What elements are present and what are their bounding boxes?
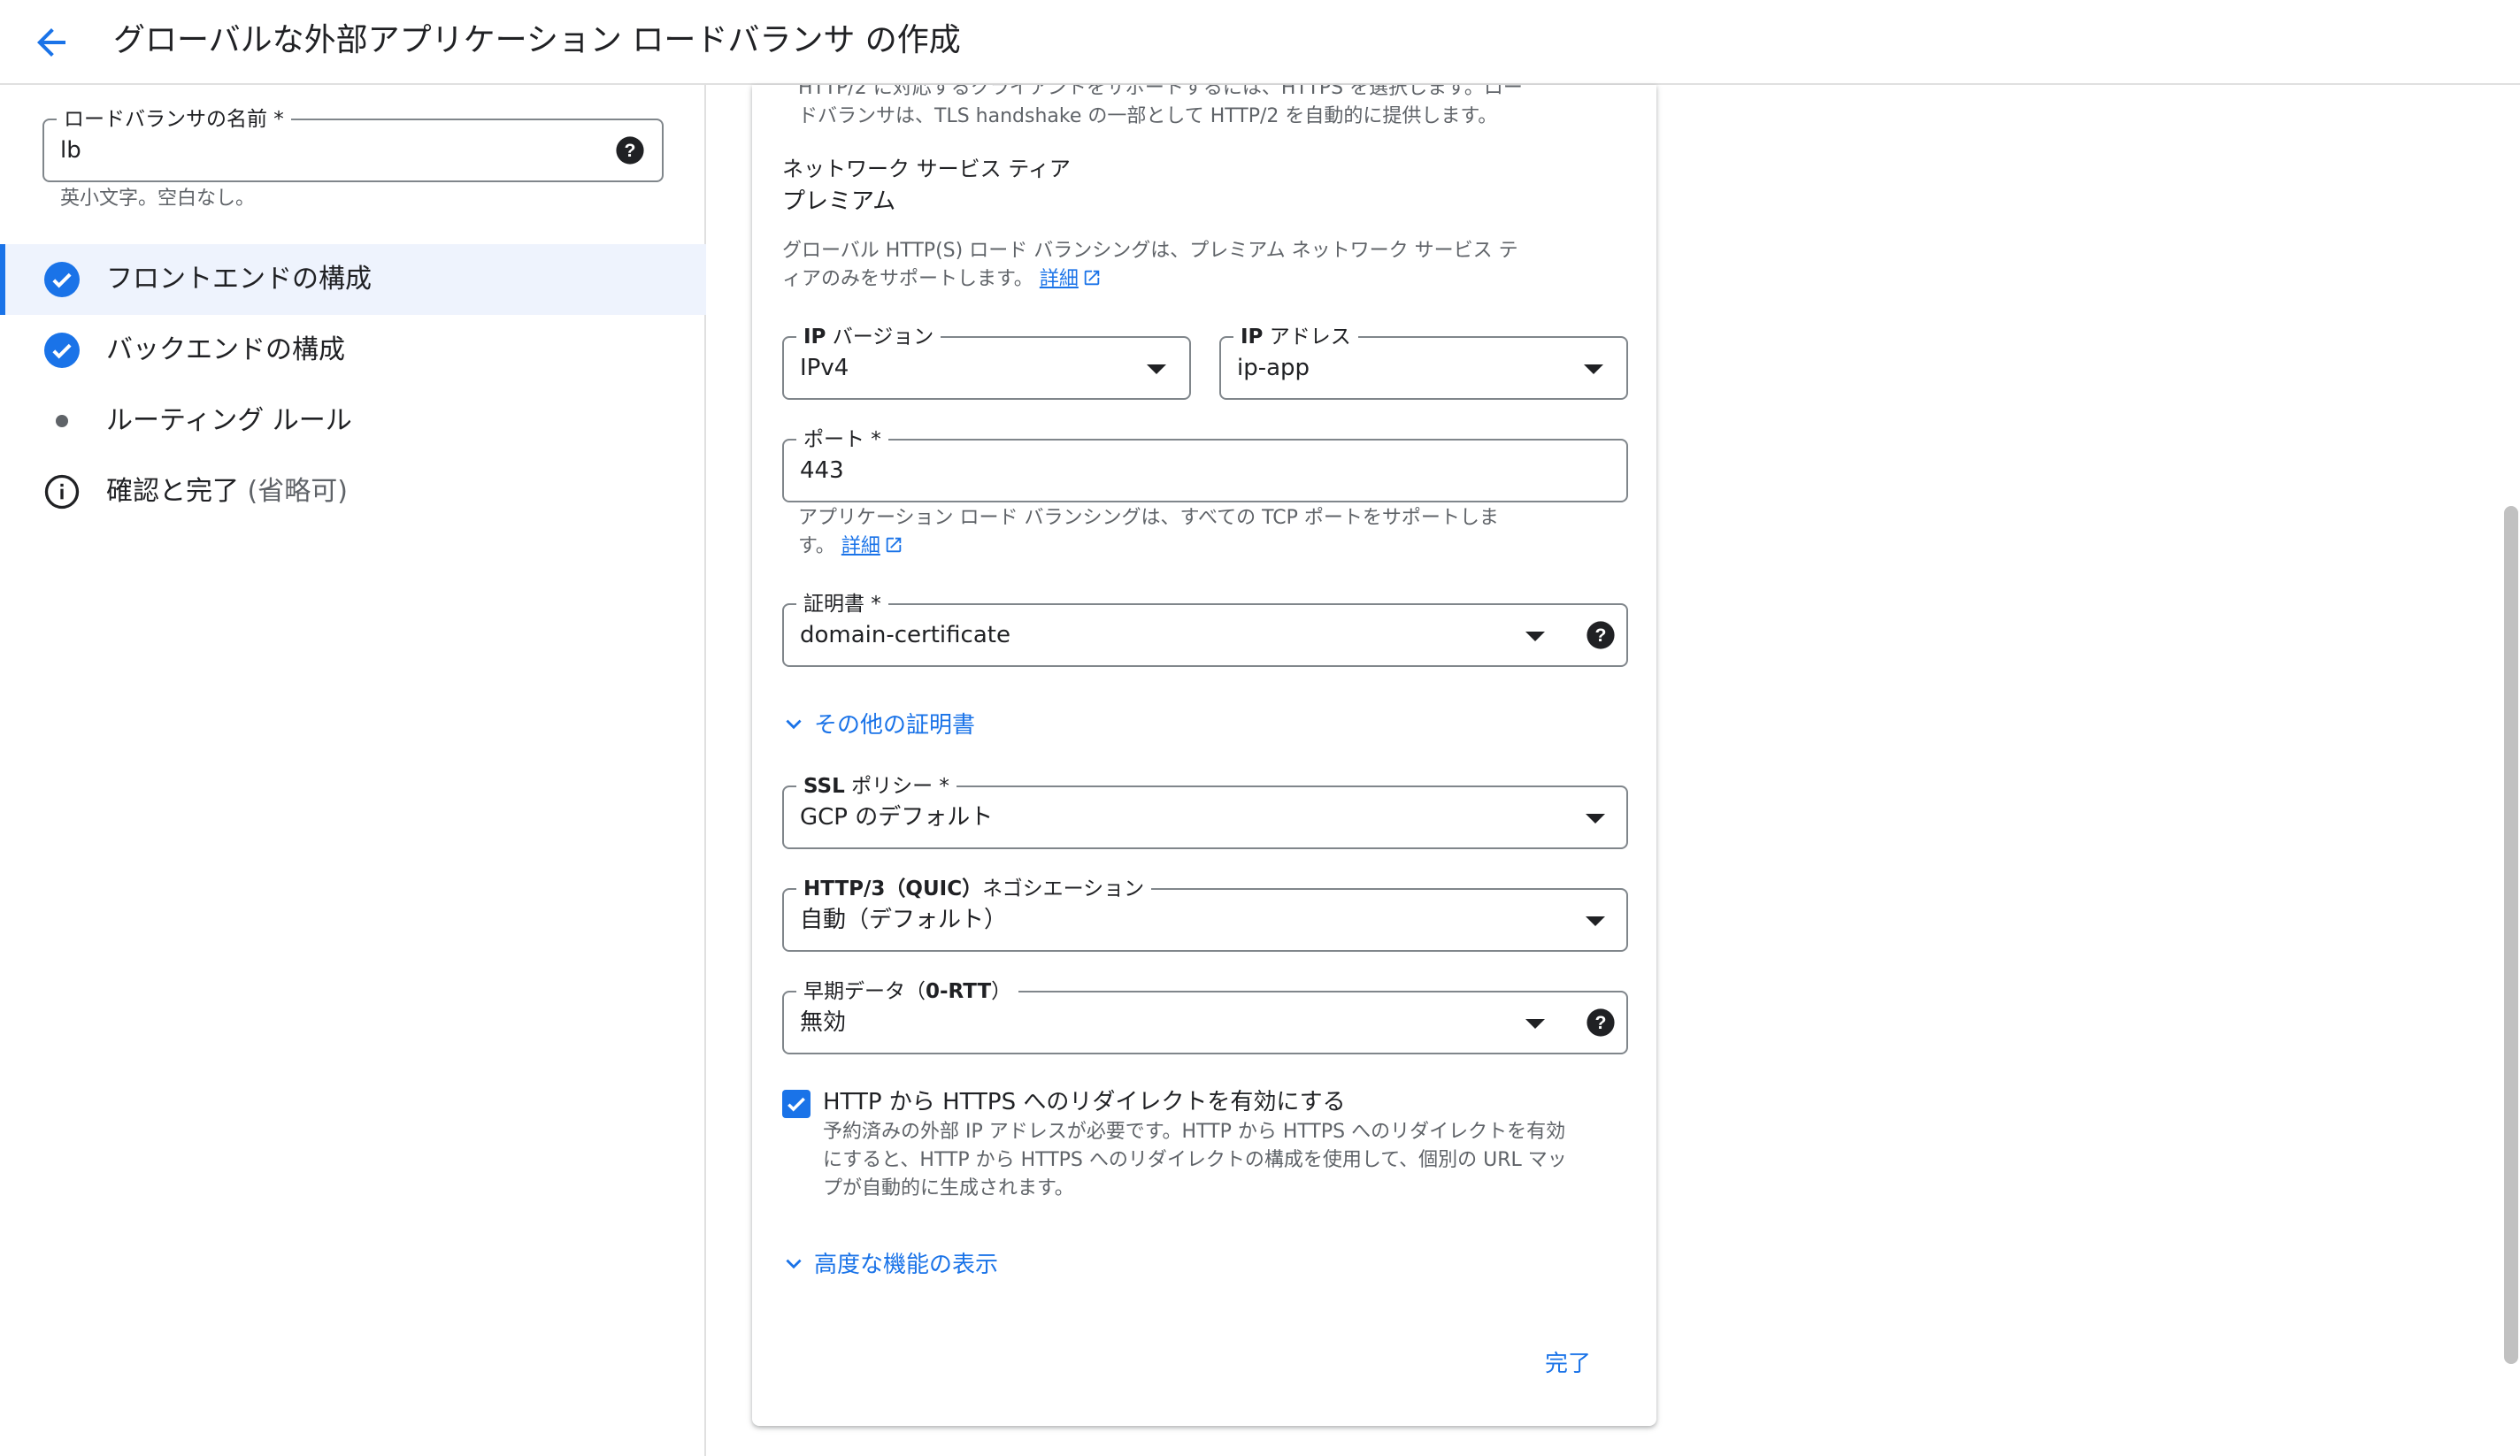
back-button[interactable] xyxy=(30,21,73,64)
learn-more-link[interactable]: 詳細 xyxy=(1040,268,1079,290)
ip-version-label: IP バージョン xyxy=(796,326,941,349)
dropdown-arrow-icon xyxy=(1525,1019,1545,1029)
ssl-policy-value: GCP のデフォルト xyxy=(800,804,994,831)
port-value[interactable]: 443 xyxy=(800,456,844,485)
lb-name-hint: 英小文字。空白なし。 xyxy=(60,188,256,210)
chevron-down-icon xyxy=(782,713,805,736)
certificate-label: 証明書 * xyxy=(796,593,888,616)
learn-more-link[interactable]: 詳細 xyxy=(841,535,880,557)
http3-select[interactable]: HTTP/3（QUIC）ネゴシエーション 自動（デフォルト） xyxy=(782,877,1628,952)
done-button[interactable]: 完了 xyxy=(1545,1348,1591,1380)
port-hint: アプリケーション ロード バランシングは、すべての TCP ポートをサポートしま… xyxy=(798,507,1499,557)
check-circle-icon xyxy=(44,333,80,368)
redirect-description: 予約済みの外部 IP アドレスが必要です。HTTP から HTTPS へのリダイ… xyxy=(823,1121,1567,1199)
svg-text:?: ? xyxy=(1595,1012,1607,1033)
open-in-new-icon xyxy=(884,535,903,555)
lb-name-field[interactable]: ロードバランサの名前 * lb ? xyxy=(42,108,664,182)
dropdown-arrow-icon xyxy=(1586,814,1605,824)
ip-address-value: ip-app xyxy=(1237,355,1310,381)
dropdown-arrow-icon xyxy=(1525,632,1545,641)
svg-text:?: ? xyxy=(625,140,636,161)
dropdown-arrow-icon xyxy=(1147,364,1166,374)
network-tier-label: ネットワーク サービス ティア xyxy=(782,157,1071,181)
page-header: グローバルな外部アプリケーション ロードバランサ の作成 xyxy=(0,0,2520,85)
early-data-value: 無効 xyxy=(800,1009,847,1036)
early-data-select[interactable]: 早期データ（0-RTT） 無効 ? xyxy=(782,980,1628,1054)
step-review[interactable]: 確認と完了 (省略可) xyxy=(0,456,706,527)
frontend-config-card: HTTP/2 に対応するクライアントをサポートするには、HTTPS を選択します… xyxy=(752,85,1656,1426)
http2-note: HTTP/2 に対応するクライアントをサポートするには、HTTPS を選択します… xyxy=(798,85,1523,127)
svg-text:?: ? xyxy=(1595,625,1607,646)
early-data-label: 早期データ（0-RTT） xyxy=(796,980,1019,1003)
http3-value: 自動（デフォルト） xyxy=(800,907,1008,933)
lb-name-value[interactable]: lb xyxy=(60,136,81,165)
ip-address-select[interactable]: IP アドレス ip-app xyxy=(1219,326,1628,400)
help-icon[interactable]: ? xyxy=(1586,1008,1616,1038)
step-label: バックエンドの構成 xyxy=(106,334,345,365)
ip-version-select[interactable]: IP バージョン IPv4 xyxy=(782,326,1191,400)
port-field[interactable]: ポート * 443 xyxy=(782,428,1628,502)
step-frontend[interactable]: フロントエンドの構成 xyxy=(0,244,706,315)
scrollbar-thumb[interactable] xyxy=(2504,506,2518,1364)
help-icon[interactable]: ? xyxy=(615,135,645,165)
check-circle-icon xyxy=(44,262,80,297)
info-icon xyxy=(44,474,80,510)
steps-panel: ロードバランサの名前 * lb ? 英小文字。空白なし。 フロントエンドの構成 … xyxy=(0,85,706,1456)
step-label: 確認と完了 (省略可) xyxy=(106,476,348,507)
network-tier-value: プレミアム xyxy=(782,188,896,215)
certificate-select[interactable]: 証明書 * domain-certificate ? xyxy=(782,593,1628,667)
ssl-policy-select[interactable]: SSL ポリシー * GCP のデフォルト xyxy=(782,775,1628,849)
advanced-features-toggle[interactable]: 高度な機能の表示 xyxy=(782,1249,998,1281)
network-tier-note: グローバル HTTP(S) ロード バランシングは、プレミアム ネットワーク サ… xyxy=(782,240,1518,290)
dropdown-arrow-icon xyxy=(1586,916,1605,926)
step-backend[interactable]: バックエンドの構成 xyxy=(0,315,706,386)
dropdown-arrow-icon xyxy=(1584,364,1603,374)
page-title: グローバルな外部アプリケーション ロードバランサ の作成 xyxy=(113,22,961,58)
step-routing[interactable]: ルーティング ルール xyxy=(0,386,706,456)
checkmark-icon xyxy=(788,1097,805,1112)
redirect-label[interactable]: HTTP から HTTPS へのリダイレクトを有効にする xyxy=(823,1086,1346,1118)
redirect-checkbox[interactable] xyxy=(782,1090,811,1118)
http3-label: HTTP/3（QUIC）ネゴシエーション xyxy=(796,877,1152,900)
ip-version-value: IPv4 xyxy=(800,355,849,381)
chevron-down-icon xyxy=(782,1253,805,1276)
ip-address-label: IP アドレス xyxy=(1233,326,1358,349)
open-in-new-icon xyxy=(1082,268,1102,287)
certificate-value: domain-certificate xyxy=(800,622,1010,648)
other-certificates-toggle[interactable]: その他の証明書 xyxy=(782,709,975,741)
step-label: フロントエンドの構成 xyxy=(106,264,372,295)
lb-name-label: ロードバランサの名前 * xyxy=(57,108,291,131)
dot-icon xyxy=(56,415,68,427)
step-label: ルーティング ルール xyxy=(106,405,352,436)
ssl-policy-label: SSL ポリシー * xyxy=(796,775,957,798)
arrow-back-icon xyxy=(37,28,65,57)
port-label: ポート * xyxy=(796,428,888,451)
help-icon[interactable]: ? xyxy=(1586,620,1616,650)
